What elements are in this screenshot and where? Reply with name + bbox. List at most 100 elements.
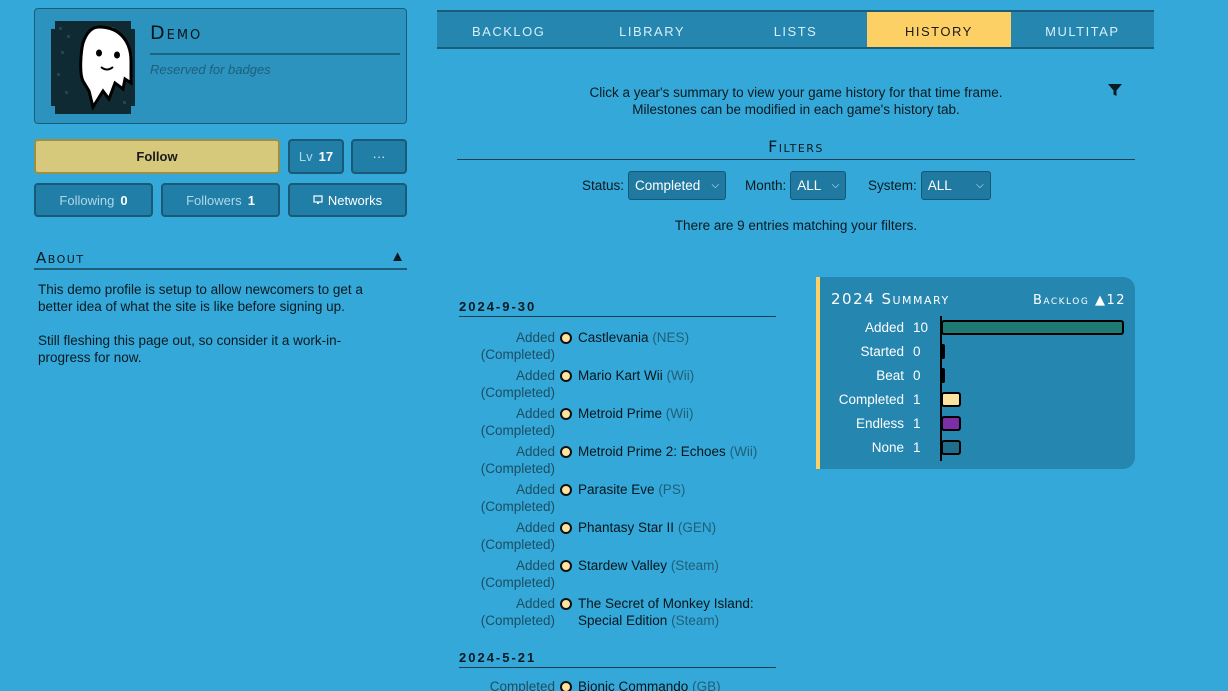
entry-action: Added (Completed)	[480, 444, 555, 476]
entries-count-note: There are 9 entries matching your filter…	[674, 218, 918, 233]
backlog-label: Backlog	[1032, 293, 1090, 308]
entry-game[interactable]: Metroid Prime 2: Echoes (Wii)	[578, 443, 788, 460]
status-dot-icon	[560, 484, 572, 496]
following-button[interactable]: Following 0	[34, 183, 153, 217]
summary-row: Beat 0	[820, 366, 1135, 386]
status-dot-icon	[560, 408, 572, 420]
summary-bar	[941, 416, 961, 431]
badges-placeholder: Reserved for badges	[150, 62, 271, 77]
entry-action: Added (Completed)	[480, 482, 555, 514]
system-filter-label: System:	[868, 178, 917, 193]
intro-line: Click a year's summary to view your game…	[589, 85, 1003, 100]
summary-row-label: Endless	[855, 416, 904, 431]
entry-action: Added (Completed)	[480, 330, 555, 362]
history-entry: Added (Completed) Stardew Valley (Steam)	[457, 557, 787, 591]
networks-button[interactable]: Networks	[288, 183, 407, 217]
tab-backlog[interactable]: BACKLOG	[437, 12, 580, 47]
month-filter-label: Month:	[745, 178, 787, 193]
followers-label: Followers	[186, 192, 242, 208]
year-summary-card[interactable]: 2024 Summary Backlog ▲12 Added 10 Started 0…	[816, 277, 1135, 469]
status-filter: Status: Completed ⌵	[582, 171, 727, 200]
collapse-triangle-icon[interactable]: ▲	[390, 248, 405, 265]
profile-tabs: BACKLOG LIBRARY LISTS HISTORY MULTITAP	[437, 10, 1154, 49]
entry-game[interactable]: The Secret of Monkey Island: Special Edi…	[578, 595, 788, 629]
summary-row-label: None	[871, 440, 904, 455]
entry-game[interactable]: Castlevania (NES)	[578, 329, 788, 346]
level-label: Lv	[298, 149, 313, 164]
entry-game[interactable]: Phantasy Star II (GEN)	[578, 519, 788, 536]
about-paragraph: Still fleshing this page out, so conside…	[38, 333, 342, 365]
summary-title: 2024 Summary	[831, 290, 950, 308]
profile-username: Demo	[150, 22, 203, 44]
summary-row: Added 10	[820, 318, 1135, 338]
summary-row-value: 1	[913, 440, 921, 455]
level-value: 17	[318, 149, 334, 164]
filters-divider	[457, 159, 1135, 160]
history-entry: Added (Completed) Metroid Prime (Wii)	[457, 405, 787, 439]
history-entry: Added (Completed) Phantasy Star II (GEN)	[457, 519, 787, 553]
entry-action: Added (Completed)	[480, 406, 555, 438]
entry-action: Added (Completed)	[480, 596, 555, 628]
month-select-value: ALL	[797, 178, 822, 193]
chevron-down-icon: ⌵	[976, 180, 984, 191]
summary-backlog: Backlog ▲12	[1033, 293, 1126, 308]
tab-multitap[interactable]: MULTITAP	[1011, 12, 1154, 47]
summary-row-value: 1	[913, 416, 921, 431]
summary-bar	[941, 392, 961, 407]
status-filter-label: Status:	[582, 178, 625, 193]
about-header[interactable]: About ▲	[34, 248, 407, 270]
tab-library[interactable]: LIBRARY	[580, 12, 723, 47]
status-dot-icon	[560, 446, 572, 458]
summary-row-value: 0	[913, 368, 921, 383]
status-dot-icon	[560, 560, 572, 572]
summary-row: None 1	[820, 438, 1135, 458]
entry-action: Added (Completed)	[480, 368, 555, 400]
level-button[interactable]: Lv 17	[288, 139, 344, 174]
entry-action: Added (Completed)	[480, 520, 555, 552]
month-select[interactable]: ALL ⌵	[790, 171, 847, 200]
status-dot-icon	[560, 332, 572, 344]
monitor-icon	[313, 195, 323, 204]
entry-game[interactable]: Metroid Prime (Wii)	[578, 405, 788, 422]
about-text: This demo profile is setup to allow newc…	[38, 281, 388, 383]
networks-label: Networks	[327, 192, 383, 208]
backlog-value: 12	[1106, 293, 1126, 308]
history-entry: Added (Completed) Parasite Eve (PS)	[457, 481, 787, 515]
history-entry: Completed Bionic Commando (GB)	[457, 678, 787, 691]
filter-icon[interactable]	[1107, 82, 1123, 98]
summary-row: Endless 1	[820, 414, 1135, 434]
status-dot-icon	[560, 598, 572, 610]
summary-row-label: Completed	[838, 392, 904, 407]
status-dot-icon	[560, 681, 572, 691]
follow-button[interactable]: Follow	[34, 139, 280, 174]
ghost-avatar-icon[interactable]	[51, 21, 135, 114]
username-divider	[150, 53, 400, 55]
tab-lists[interactable]: LISTS	[724, 12, 867, 47]
summary-row: Started 0	[820, 342, 1135, 362]
followers-count: 1	[247, 192, 255, 208]
entry-game[interactable]: Mario Kart Wii (Wii)	[578, 367, 788, 384]
system-select[interactable]: ALL ⌵	[920, 171, 991, 200]
system-filter: System: ALL ⌵	[868, 171, 991, 200]
following-count: 0	[120, 192, 128, 208]
entry-game[interactable]: Stardew Valley (Steam)	[578, 557, 788, 574]
status-select[interactable]: Completed ⌵	[628, 171, 727, 200]
backlog-up-arrow-icon: ▲	[1094, 293, 1107, 308]
followers-button[interactable]: Followers 1	[161, 183, 280, 217]
entry-action: Completed	[489, 679, 555, 691]
more-options-button[interactable]: ···	[351, 139, 407, 174]
entry-game[interactable]: Bionic Commando (GB)	[578, 678, 788, 691]
filters-title: Filters	[768, 137, 824, 156]
chevron-down-icon: ⌵	[831, 180, 840, 191]
intro-line: Milestones can be modified in each game'…	[632, 102, 960, 117]
history-entry: Added (Completed) Castlevania (NES)	[457, 329, 787, 363]
history-entry: Added (Completed) Metroid Prime 2: Echoes…	[457, 443, 787, 477]
entry-game[interactable]: Parasite Eve (PS)	[578, 481, 788, 498]
about-title: About	[36, 249, 85, 267]
summary-bar	[941, 320, 1124, 335]
tab-history[interactable]: HISTORY	[867, 12, 1011, 47]
summary-row: Completed 1	[820, 390, 1135, 410]
status-dot-icon	[560, 522, 572, 534]
summary-row-value: 0	[913, 344, 921, 359]
summary-row-value: 10	[913, 320, 929, 335]
